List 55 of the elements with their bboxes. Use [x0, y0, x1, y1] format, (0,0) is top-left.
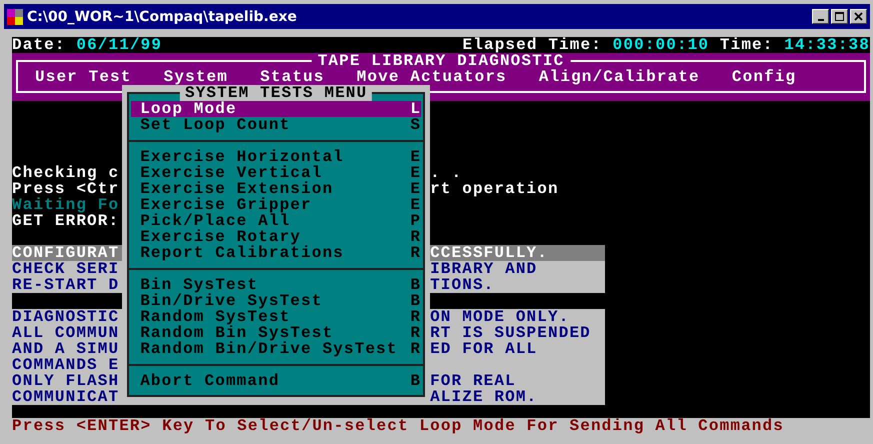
notice-text: COMMUNICAT	[12, 389, 120, 405]
menu-option[interactable]: Exercise Rotary R	[131, 229, 422, 245]
menu-option[interactable]: Pick/Place All P	[131, 213, 422, 229]
menu-option[interactable]: Abort Command B	[131, 373, 422, 389]
menu-option[interactable]: Exercise Horizontal E	[131, 149, 422, 165]
notice-text: RT IS SUSPENDED	[430, 325, 591, 341]
notice-text: AND A SIMU	[12, 341, 120, 357]
clock-readout: Elapsed Time: 000:00:10 Time: 14:33:38	[462, 37, 870, 53]
menu-item[interactable]: Move Actuators	[356, 69, 507, 85]
notice-text: TIONS.	[430, 277, 494, 293]
close-button[interactable]	[850, 9, 867, 24]
minimize-button[interactable]	[812, 9, 829, 24]
maximize-icon	[835, 12, 844, 21]
console-text: GET ERROR:	[12, 213, 120, 229]
menu-option[interactable]: Bin/Drive SysTest B	[131, 293, 422, 309]
menu-option[interactable]: Random Bin SysTest R	[131, 325, 422, 341]
menu-option[interactable]: Exercise Extension E	[131, 181, 422, 197]
notice-text: ALIZE ROM.	[430, 389, 538, 405]
menu-option[interactable]: Loop Mode L	[131, 101, 422, 117]
notice-text: CHECK SERI	[12, 261, 120, 277]
menu-option[interactable]: Bin SysTest B	[131, 277, 422, 293]
notice-text: FOR REAL	[430, 373, 516, 389]
window-title: C:\00_WOR~1\Compaq\tapelib.exe	[27, 8, 298, 24]
console-text: Checking c	[12, 165, 120, 181]
notice-text: DIAGNOSTIC	[12, 309, 120, 325]
menu-item[interactable]: System	[164, 69, 228, 85]
status-bar: Press <ENTER> Key To Select/Un-select Loop Mode For Sending All Commands	[12, 418, 870, 437]
maximize-button[interactable]	[831, 9, 848, 24]
notice-text: ONLY FLASH	[12, 373, 120, 389]
menu-option[interactable]: Set Loop Count S	[131, 117, 422, 133]
menu-option[interactable]: Random Bin/Drive SysTest R	[131, 341, 422, 357]
menu-item[interactable]: User Test	[35, 69, 132, 85]
console-text: Press <Ctr	[12, 181, 120, 197]
console-text: rt operation	[430, 181, 559, 197]
date-label: Date: 06/11/99	[12, 37, 162, 53]
menu-option[interactable]: Exercise Vertical E	[131, 165, 422, 181]
notice-text: COMMANDS E	[12, 357, 120, 373]
menu-option[interactable]: Report Calibrations R	[131, 245, 422, 261]
notice-text: ED FOR ALL	[430, 341, 538, 357]
menu-title: SYSTEM TESTS MENU	[180, 85, 372, 101]
menu-option[interactable]: Random SysTest R	[131, 309, 422, 325]
notice-text: CCESSFULLY.	[430, 245, 548, 261]
menu-item[interactable]: Status	[260, 69, 324, 85]
notice-text: ALL COMMUN	[12, 325, 120, 341]
menu-option[interactable]: Exercise Gripper E	[131, 197, 422, 213]
notice-text: RE-START D	[12, 277, 120, 293]
notice-text: ON MODE ONLY.	[430, 309, 570, 325]
console-text: Waiting Fo	[12, 197, 120, 213]
menu-item[interactable]: Config	[732, 69, 796, 85]
app-icon	[7, 8, 23, 24]
notice-text: CONFIGURAT	[12, 245, 120, 261]
notice-text: IBRARY AND	[430, 261, 538, 277]
close-icon	[854, 12, 863, 21]
console-text: . .	[430, 165, 462, 181]
menu-item[interactable]: Align/Calibrate	[538, 69, 700, 85]
